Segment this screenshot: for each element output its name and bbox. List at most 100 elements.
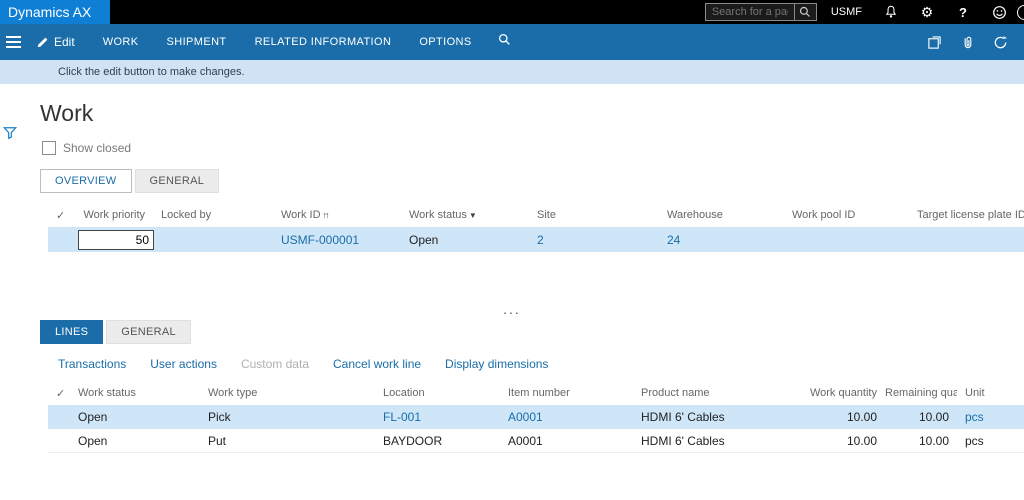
custom-data-button: Custom data bbox=[241, 357, 309, 371]
select-all-check-icon[interactable]: ✓ bbox=[48, 209, 78, 222]
item-number-cell: A0001 bbox=[508, 434, 641, 448]
gear-icon: ⚙ bbox=[921, 4, 934, 21]
work-type-cell: Put bbox=[208, 434, 383, 448]
smiley-icon bbox=[992, 5, 1007, 20]
nav-tab-work[interactable]: WORK bbox=[89, 24, 153, 60]
navigation-menu-button[interactable] bbox=[0, 24, 30, 60]
search-input[interactable] bbox=[706, 4, 794, 20]
select-all-check-icon[interactable]: ✓ bbox=[48, 387, 78, 400]
column-label: Work status bbox=[409, 209, 467, 221]
work-priority-cell bbox=[78, 230, 153, 250]
work-priority-input[interactable] bbox=[78, 230, 154, 250]
column-header-work-quantity[interactable]: Work quantity bbox=[800, 387, 885, 399]
show-closed-checkbox[interactable]: Show closed bbox=[42, 141, 1024, 155]
tab-general-header[interactable]: GENERAL bbox=[135, 169, 220, 193]
work-status-cell: Open bbox=[78, 434, 208, 448]
company-selector[interactable]: USMF bbox=[831, 6, 862, 18]
sort-ascending-icon: ↑↑ bbox=[323, 210, 328, 220]
lines-tab-strip: LINES GENERAL bbox=[40, 320, 1024, 344]
lines-grid: ✓ Work status Work type Location Item nu… bbox=[0, 381, 1024, 453]
nav-tab-shipment[interactable]: SHIPMENT bbox=[153, 24, 241, 60]
display-dimensions-button[interactable]: Display dimensions bbox=[445, 357, 548, 371]
column-header-work-status[interactable]: Work status▼ bbox=[409, 209, 537, 221]
feedback-button[interactable] bbox=[988, 0, 1010, 24]
open-in-new-window-button[interactable] bbox=[927, 35, 942, 50]
action-pane: Edit WORK SHIPMENT RELATED INFORMATION O… bbox=[0, 24, 1024, 60]
bell-icon bbox=[884, 5, 898, 19]
column-header-product-name[interactable]: Product name bbox=[641, 387, 800, 399]
overview-grid: ✓ Work priority Locked by Work ID↑↑ Work… bbox=[0, 203, 1024, 252]
cut-off-icon bbox=[1017, 5, 1024, 20]
column-header-item-number[interactable]: Item number bbox=[508, 387, 641, 399]
refresh-button[interactable] bbox=[993, 35, 1008, 50]
pane-splitter-handle[interactable]: ... bbox=[0, 304, 1024, 314]
attachments-button[interactable] bbox=[960, 35, 975, 50]
tab-lines[interactable]: LINES bbox=[40, 320, 103, 344]
overview-grid-header: ✓ Work priority Locked by Work ID↑↑ Work… bbox=[48, 203, 1024, 227]
remaining-quantity-cell: 10.00 bbox=[885, 410, 957, 424]
checkbox-label: Show closed bbox=[63, 141, 131, 155]
column-header-work-status[interactable]: Work status bbox=[78, 387, 208, 399]
search-icon bbox=[799, 6, 811, 18]
column-header-location[interactable]: Location bbox=[383, 387, 508, 399]
unit-cell: pcs bbox=[957, 434, 1024, 448]
refresh-icon bbox=[993, 35, 1008, 50]
funnel-icon bbox=[3, 126, 17, 140]
overview-tab-strip: OVERVIEW GENERAL bbox=[40, 169, 1024, 193]
table-row[interactable]: Open Pick FL-001 A0001 HDMI 6' Cables 10… bbox=[48, 405, 1024, 429]
notifications-button[interactable] bbox=[880, 0, 902, 24]
help-button[interactable]: ? bbox=[952, 0, 974, 24]
table-row[interactable]: USMF-000001 Open 2 24 bbox=[48, 227, 1024, 252]
column-header-work-priority[interactable]: Work priority bbox=[78, 209, 153, 221]
column-header-warehouse[interactable]: Warehouse bbox=[667, 209, 792, 221]
work-type-cell: Pick bbox=[208, 410, 383, 424]
filter-pane-toggle[interactable] bbox=[3, 126, 17, 145]
page-content: Work Show closed OVERVIEW GENERAL ✓ Work… bbox=[0, 100, 1024, 500]
work-id-link[interactable]: USMF-000001 bbox=[281, 233, 409, 247]
popout-icon bbox=[927, 35, 942, 50]
remaining-quantity-cell: 10.00 bbox=[885, 434, 957, 448]
cancel-work-line-button[interactable]: Cancel work line bbox=[333, 357, 421, 371]
tab-overview[interactable]: OVERVIEW bbox=[40, 169, 132, 193]
column-label: Work ID bbox=[281, 209, 321, 221]
work-status-cell: Open bbox=[409, 233, 537, 247]
nav-right-icons bbox=[927, 35, 1024, 50]
settings-button[interactable]: ⚙ bbox=[916, 0, 938, 24]
question-icon: ? bbox=[959, 5, 967, 20]
page-search bbox=[705, 3, 817, 21]
column-header-locked-by[interactable]: Locked by bbox=[153, 209, 281, 221]
column-header-work-pool-id[interactable]: Work pool ID bbox=[792, 209, 917, 221]
filter-applied-icon: ▼ bbox=[469, 211, 477, 220]
item-number-link[interactable]: A0001 bbox=[508, 410, 641, 424]
table-row[interactable]: Open Put BAYDOOR A0001 HDMI 6' Cables 10… bbox=[48, 429, 1024, 453]
location-link[interactable]: FL-001 bbox=[383, 410, 508, 424]
warehouse-link[interactable]: 24 bbox=[667, 233, 792, 247]
app-brand[interactable]: Dynamics AX bbox=[0, 0, 110, 24]
tab-general-lines[interactable]: GENERAL bbox=[106, 320, 191, 344]
work-quantity-cell: 10.00 bbox=[800, 410, 885, 424]
column-header-remaining-quantity[interactable]: Remaining qua... bbox=[885, 387, 957, 399]
pencil-icon bbox=[36, 36, 49, 49]
top-app-bar: Dynamics AX USMF ⚙ ? bbox=[0, 0, 1024, 24]
checkbox-box[interactable] bbox=[42, 141, 56, 155]
edit-button[interactable]: Edit bbox=[30, 35, 89, 49]
nav-tab-options[interactable]: OPTIONS bbox=[405, 24, 485, 60]
unit-link[interactable]: pcs bbox=[957, 410, 1024, 424]
column-header-unit[interactable]: Unit bbox=[957, 387, 1024, 399]
column-header-site[interactable]: Site bbox=[537, 209, 667, 221]
action-search-button[interactable] bbox=[486, 33, 523, 51]
lines-grid-header: ✓ Work status Work type Location Item nu… bbox=[48, 381, 1024, 405]
transactions-button[interactable]: Transactions bbox=[58, 357, 126, 371]
location-cell: BAYDOOR bbox=[383, 434, 508, 448]
search-button[interactable] bbox=[794, 4, 816, 20]
column-header-target-license-plate-id[interactable]: Target license plate ID bbox=[917, 209, 1024, 221]
column-header-work-type[interactable]: Work type bbox=[208, 387, 383, 399]
nav-tab-related-information[interactable]: RELATED INFORMATION bbox=[241, 24, 406, 60]
column-header-work-id[interactable]: Work ID↑↑ bbox=[281, 209, 409, 221]
edit-label: Edit bbox=[54, 35, 75, 49]
site-link[interactable]: 2 bbox=[537, 233, 667, 247]
user-actions-button[interactable]: User actions bbox=[150, 357, 217, 371]
product-name-cell: HDMI 6' Cables bbox=[641, 410, 800, 424]
work-status-cell: Open bbox=[78, 410, 208, 424]
lines-action-strip: Transactions User actions Custom data Ca… bbox=[58, 357, 1024, 371]
